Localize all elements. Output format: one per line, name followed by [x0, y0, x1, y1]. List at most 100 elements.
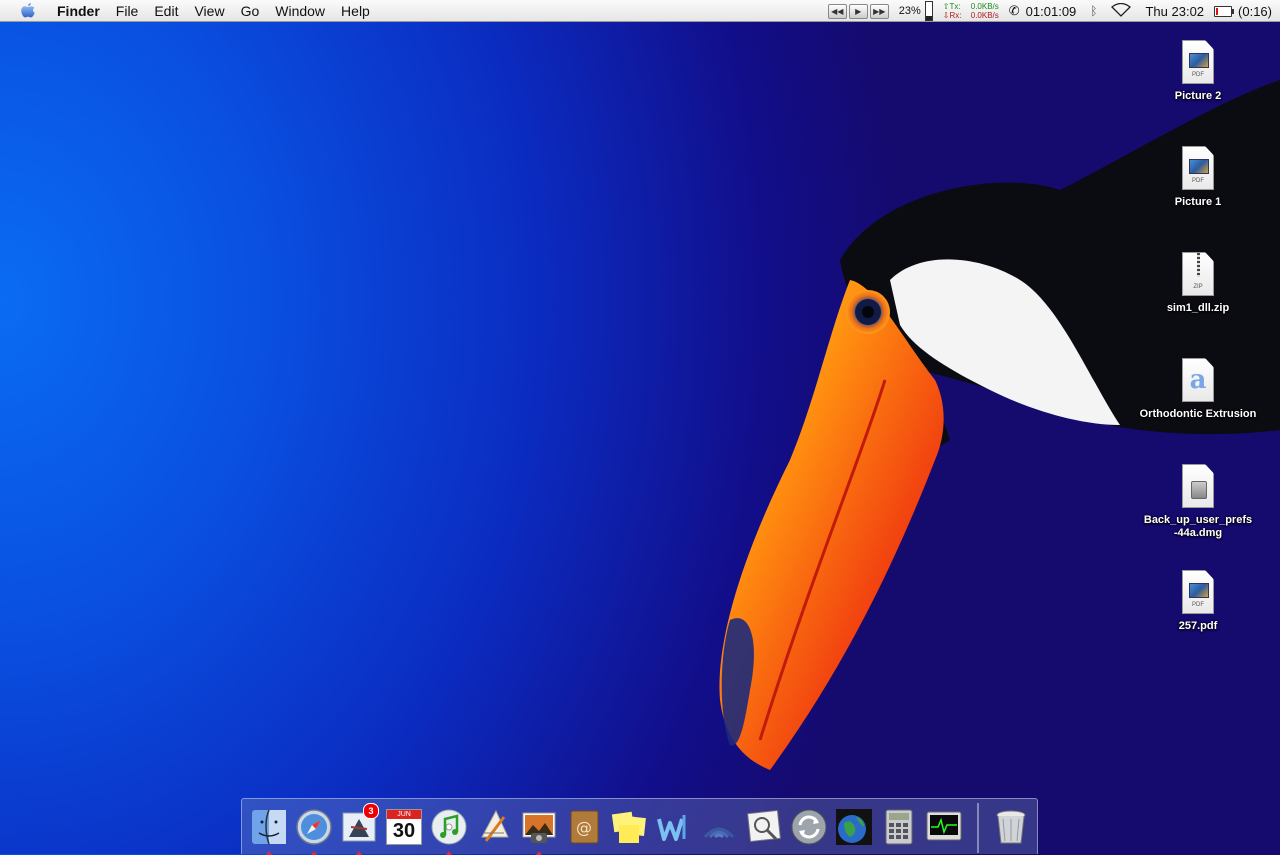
tx-value: 0.0KB/s	[970, 2, 999, 11]
dock-preview[interactable]	[742, 805, 786, 849]
svg-text:@: @	[576, 818, 592, 837]
desktop-icon-label: Picture 2	[1174, 90, 1222, 102]
timer-readout[interactable]: 01:01:09	[1026, 4, 1077, 19]
textedit-icon	[481, 809, 509, 842]
pdf-file-icon: PDF	[1182, 40, 1214, 84]
menu-go[interactable]: Go	[233, 0, 268, 22]
wifi-icon[interactable]	[1111, 2, 1132, 20]
address-book-icon: @	[570, 810, 599, 844]
dock-separator	[977, 803, 979, 853]
dock-stickies[interactable]	[607, 805, 651, 849]
ical-icon: JUN 30	[386, 809, 422, 845]
dock-ical[interactable]: JUN 30	[382, 805, 426, 849]
dock-trash[interactable]	[989, 805, 1033, 849]
dock-address-book[interactable]: @	[562, 805, 606, 849]
dock-activity-monitor[interactable]	[922, 805, 966, 849]
rx-label-text: Rx:	[949, 11, 962, 20]
dock-world-clock[interactable]	[832, 805, 876, 849]
cpu-percent[interactable]: 23%	[899, 5, 921, 17]
menu-help[interactable]: Help	[333, 0, 378, 22]
battery-nub	[1232, 8, 1235, 14]
running-indicator	[536, 851, 542, 855]
clock[interactable]: Thu 23:02	[1145, 4, 1204, 19]
menu-bar: Finder File Edit View Go Window Help ◀◀ …	[0, 0, 1280, 22]
menu-extras: ◀◀ ▶ ▶▶ 23% ⇧Tx: 0.0KB/s ⇩Rx: 0.0KB/s ✆ …	[827, 0, 1280, 22]
battery-time: (0:16)	[1238, 3, 1272, 19]
running-indicator	[446, 851, 452, 855]
battery-icon	[1214, 5, 1233, 17]
apple-menu-icon[interactable]	[17, 0, 39, 22]
preview-icon	[747, 809, 781, 843]
desktop-icon-picture-1[interactable]: PDF Picture 1	[1138, 146, 1258, 209]
airport-icon	[703, 827, 735, 839]
desktop-icon-backup-dmg[interactable]: Back_up_user_prefs -44a.dmg	[1138, 464, 1258, 540]
dock-calculator[interactable]	[877, 805, 921, 849]
itunes-icon	[431, 809, 467, 845]
rx-value: 0.0KB/s	[970, 11, 999, 20]
tx-label: ⇧Tx:	[943, 2, 965, 11]
calendar-month: JUN	[387, 810, 421, 819]
menu-window[interactable]: Window	[267, 0, 333, 22]
dock-word[interactable]	[652, 805, 696, 849]
dock-safari[interactable]	[292, 805, 336, 855]
network-monitor[interactable]: ⇧Tx: 0.0KB/s ⇩Rx: 0.0KB/s	[943, 2, 999, 20]
desktop-icon-label: Picture 1	[1174, 196, 1222, 208]
desktop-icon-label: Back_up_user_prefs -44a.dmg	[1143, 514, 1253, 539]
running-indicator	[311, 851, 317, 855]
menu-file[interactable]: File	[108, 0, 147, 22]
phone-icon[interactable]: ✆	[1009, 3, 1020, 19]
dock-textedit[interactable]	[472, 805, 516, 849]
word-document-icon: a	[1182, 358, 1214, 402]
rx-label: ⇩Rx:	[943, 11, 965, 20]
pdf-tag: PDF	[1192, 178, 1204, 184]
stickies-icon	[611, 811, 646, 843]
trash-icon	[996, 810, 1026, 844]
zip-tag: ZIP	[1193, 284, 1203, 290]
dock-airport[interactable]	[697, 805, 741, 849]
running-indicator	[266, 851, 272, 855]
desktop-icon-257-pdf[interactable]: PDF 257.pdf	[1138, 570, 1258, 633]
sync-icon	[791, 809, 827, 845]
desktop-icon-label: sim1_dll.zip	[1166, 302, 1230, 314]
menu-edit[interactable]: Edit	[146, 0, 186, 22]
safari-icon	[296, 809, 332, 845]
zip-file-icon: ZIP	[1182, 252, 1214, 296]
dock-iphoto[interactable]	[517, 805, 561, 855]
cpu-meter[interactable]	[924, 1, 933, 21]
iphoto-icon	[522, 812, 556, 843]
pdf-file-icon: PDF	[1182, 570, 1214, 614]
desktop-icon-sim1-dll-zip[interactable]: ZIP sim1_dll.zip	[1138, 252, 1258, 315]
bluetooth-icon[interactable]: ᛒ	[1090, 4, 1097, 18]
dock-mail[interactable]: 3	[337, 803, 381, 855]
itunes-controls: ◀◀ ▶ ▶▶	[827, 3, 889, 19]
desktop-icon-picture-2[interactable]: PDF Picture 2	[1138, 40, 1258, 103]
mail-unread-badge: 3	[363, 803, 379, 819]
pdf-tag: PDF	[1192, 602, 1204, 608]
pdf-tag: PDF	[1192, 72, 1204, 78]
activity-monitor-icon	[926, 811, 962, 841]
pdf-file-icon: PDF	[1182, 146, 1214, 190]
finder-icon	[252, 809, 286, 845]
previous-track-icon[interactable]: ◀◀	[827, 3, 847, 19]
calculator-icon	[885, 809, 913, 845]
battery-status[interactable]: (0:16)	[1214, 4, 1272, 19]
cpu-meter-fill	[925, 15, 932, 20]
disk-image-icon	[1182, 464, 1214, 508]
play-icon[interactable]: ▶	[848, 3, 868, 19]
running-indicator	[356, 851, 362, 855]
desktop-icon-label: Orthodontic Extrusion	[1139, 408, 1257, 420]
menu-view[interactable]: View	[186, 0, 232, 22]
dock-sync[interactable]	[787, 805, 831, 849]
dock-itunes[interactable]	[427, 805, 471, 855]
calendar-day: 30	[392, 820, 416, 842]
world-clock-icon	[836, 809, 872, 845]
desktop-icon-orthodontic-extrusion[interactable]: a Orthodontic Extrusion	[1138, 358, 1258, 421]
dock-finder[interactable]	[247, 805, 291, 855]
dock: 3 JUN 30 @	[241, 798, 1038, 855]
battery-level	[1216, 7, 1218, 15]
tx-label-text: Tx:	[949, 2, 961, 11]
next-track-icon[interactable]: ▶▶	[869, 3, 889, 19]
word-icon	[657, 815, 686, 841]
menu-app-name[interactable]: Finder	[51, 0, 108, 22]
desktop-icon-label: 257.pdf	[1178, 620, 1218, 632]
